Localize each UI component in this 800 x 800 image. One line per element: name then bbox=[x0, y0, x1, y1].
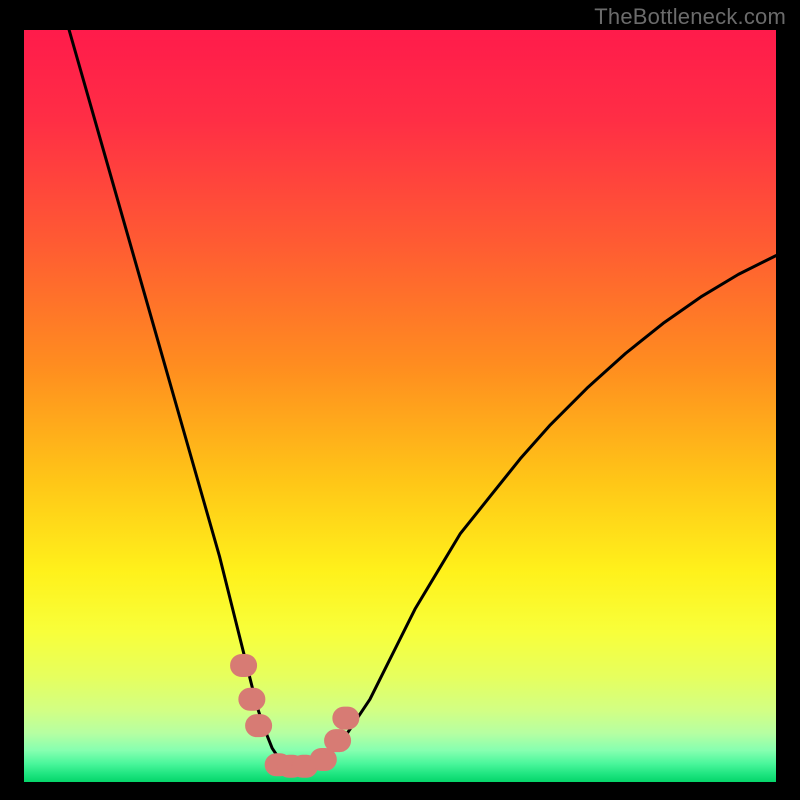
curve-marker bbox=[239, 688, 265, 710]
watermark-text: TheBottleneck.com bbox=[594, 4, 786, 30]
curve-marker bbox=[231, 654, 257, 676]
plot-area bbox=[24, 30, 776, 782]
chart-frame: TheBottleneck.com bbox=[0, 0, 800, 800]
curve-layer bbox=[24, 30, 776, 782]
bottleneck-curve bbox=[69, 30, 776, 766]
curve-marker bbox=[310, 748, 336, 770]
curve-markers bbox=[231, 654, 359, 777]
curve-marker bbox=[246, 715, 272, 737]
curve-marker bbox=[333, 707, 359, 729]
curve-marker bbox=[325, 730, 351, 752]
